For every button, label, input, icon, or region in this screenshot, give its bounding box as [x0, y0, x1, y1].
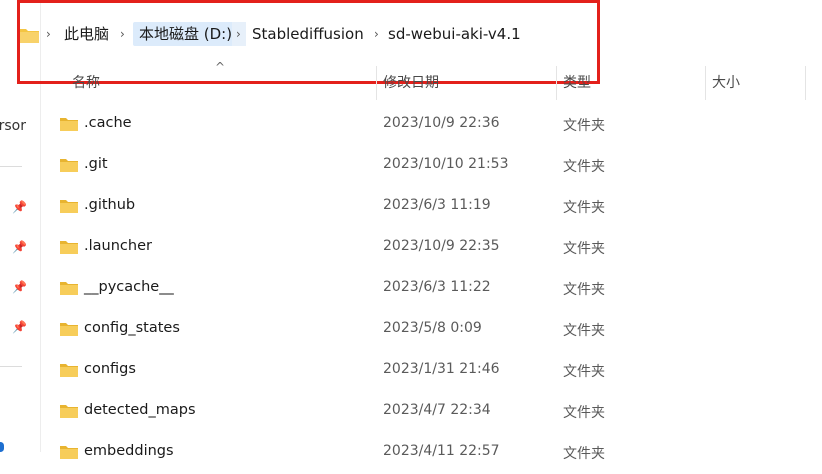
file-date: 2023/4/7 22:34 [383, 402, 491, 418]
column-header-name[interactable]: 名称 [72, 72, 100, 92]
breadcrumb-item-this-pc[interactable]: 此电脑 [64, 22, 109, 46]
list-item[interactable]: .cache 2023/10/9 22:36 文件夹 [0, 105, 822, 146]
folder-icon [60, 159, 78, 172]
list-item[interactable]: .launcher 2023/10/9 22:35 文件夹 [0, 228, 822, 269]
folder-icon [60, 323, 78, 336]
list-item[interactable]: config_states 2023/5/8 0:09 文件夹 [0, 310, 822, 351]
breadcrumb-item-drive-d[interactable]: 本地磁盘 (D:) [133, 22, 239, 46]
file-name: .github [84, 197, 136, 213]
file-date: 2023/5/8 0:09 [383, 320, 482, 336]
list-item[interactable]: .git 2023/10/10 21:53 文件夹 [0, 146, 822, 187]
file-name: .cache [84, 115, 132, 131]
file-name: embeddings [84, 443, 174, 459]
column-separator[interactable] [376, 66, 377, 100]
folder-icon [19, 29, 39, 43]
folder-icon [60, 118, 78, 131]
list-item[interactable]: .github 2023/6/3 11:19 文件夹 [0, 187, 822, 228]
folder-icon [60, 282, 78, 295]
folder-icon [60, 364, 78, 377]
breadcrumb[interactable]: › 此电脑 › 本地磁盘 (D:) › Stablediffusion › sd… [8, 12, 822, 56]
file-type: 文件夹 [563, 323, 605, 339]
file-type: 文件夹 [563, 282, 605, 298]
chevron-right-icon[interactable]: › [46, 27, 51, 41]
list-item[interactable]: embeddings 2023/4/11 22:57 文件夹 [0, 433, 822, 474]
file-name: .git [84, 156, 108, 172]
list-item[interactable]: configs 2023/1/31 21:46 文件夹 [0, 351, 822, 392]
file-type: 文件夹 [563, 200, 605, 216]
file-type: 文件夹 [563, 241, 605, 257]
list-item[interactable]: __pycache__ 2023/6/3 11:22 文件夹 [0, 269, 822, 310]
file-type: 文件夹 [563, 118, 605, 134]
chevron-right-icon[interactable]: › [236, 27, 241, 41]
file-name: __pycache__ [84, 279, 174, 295]
column-separator[interactable] [556, 66, 557, 100]
file-date: 2023/10/10 21:53 [383, 156, 509, 172]
list-item[interactable]: detected_maps 2023/4/7 22:34 文件夹 [0, 392, 822, 433]
column-header-row: 名称 修改日期 类型 大小 [0, 64, 822, 100]
file-name: configs [84, 361, 136, 377]
file-type: 文件夹 [563, 159, 605, 175]
column-header-size[interactable]: 大小 [712, 72, 740, 92]
file-date: 2023/6/3 11:19 [383, 197, 491, 213]
column-header-date[interactable]: 修改日期 [383, 72, 439, 92]
folder-icon [60, 200, 78, 213]
file-date: 2023/1/31 21:46 [383, 361, 500, 377]
column-header-type[interactable]: 类型 [563, 72, 591, 92]
breadcrumb-item-sd-webui[interactable]: sd-webui-aki-v4.1 [388, 22, 521, 46]
folder-icon [60, 446, 78, 459]
column-separator[interactable] [805, 66, 806, 100]
file-date: 2023/10/9 22:35 [383, 238, 500, 254]
folder-icon [60, 405, 78, 418]
folder-icon [60, 241, 78, 254]
file-date: 2023/6/3 11:22 [383, 279, 491, 295]
file-type: 文件夹 [563, 446, 605, 462]
file-type: 文件夹 [563, 364, 605, 380]
column-separator[interactable] [705, 66, 706, 100]
file-name: .launcher [84, 238, 152, 254]
file-date: 2023/4/11 22:57 [383, 443, 500, 459]
file-name: config_states [84, 320, 180, 336]
file-type: 文件夹 [563, 405, 605, 421]
chevron-right-icon[interactable]: › [120, 27, 125, 41]
file-name: detected_maps [84, 402, 196, 418]
file-date: 2023/10/9 22:36 [383, 115, 500, 131]
breadcrumb-item-stablediffusion[interactable]: Stablediffusion [252, 22, 364, 46]
chevron-right-icon[interactable]: › [374, 27, 379, 41]
